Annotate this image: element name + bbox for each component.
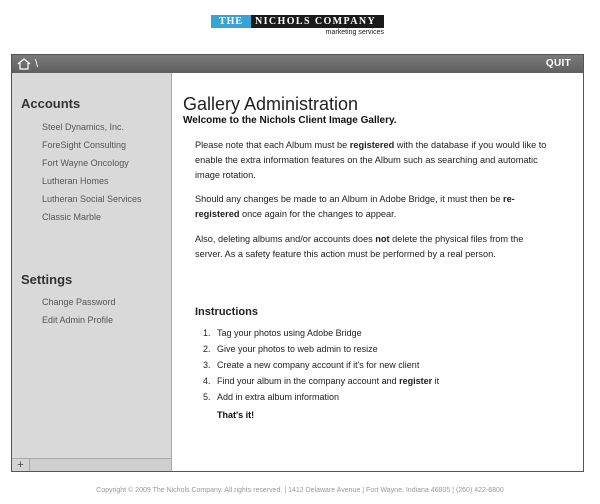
sidebar-item-change-password[interactable]: Change Password [42, 297, 116, 307]
sidebar-item-account[interactable]: Steel Dynamics, Inc. [42, 122, 124, 132]
sidebar-item-account[interactable]: Fort Wayne Oncology [42, 158, 129, 168]
paragraph-deleting: Also, deleting albums and/or accounts do… [195, 234, 524, 259]
breadcrumb-separator: \ [35, 58, 39, 70]
list-item: 4. Find your album in the company account… [203, 376, 440, 386]
list-item: 3. Create a new company account if it's f… [203, 360, 420, 370]
home-icon[interactable] [17, 58, 31, 70]
page-footer: Copyright © 2009 The Nichols Company. Al… [96, 487, 504, 494]
list-item: 2. Give your photos to web admin to resiz… [203, 344, 378, 354]
list-item: 1. Tag your photos using Adobe Bridge [203, 328, 362, 338]
settings-heading: Settings [21, 272, 73, 287]
sidebar-item-account[interactable]: Classic Marble [42, 212, 101, 222]
sidebar-item-account[interactable]: Lutheran Homes [42, 176, 109, 186]
instructions-list: 1. Tag your photos using Adobe Bridge 2. G… [203, 325, 543, 405]
page-title: Gallery Administration [183, 94, 359, 114]
title-bar: \ QUIT [12, 55, 583, 73]
sidebar: Accounts Steel Dynamics, Inc. ForeSight … [12, 73, 172, 471]
quit-button[interactable]: QUIT [546, 58, 571, 70]
page-subtitle: Welcome to the Nichols Client Image Gall… [183, 115, 397, 126]
sidebar-footer: + [12, 458, 171, 471]
logo-the: THE [211, 15, 251, 28]
paragraph-re-registered: Should any changes be made to an Album i… [195, 194, 515, 219]
closing-text: That's it! [217, 410, 255, 420]
main-content: Gallery Administration Welcome to the Ni… [173, 73, 583, 471]
add-button[interactable]: + [12, 459, 30, 471]
accounts-heading: Accounts [21, 96, 81, 111]
paragraph-registered: Please note that each Album must be regi… [195, 140, 547, 180]
sidebar-item-edit-admin-profile[interactable]: Edit Admin Profile [42, 315, 113, 325]
company-logo: THE NICHOLS COMPANY marketing services [211, 15, 384, 37]
list-item: 5. Add in extra album information [203, 392, 340, 402]
sidebar-item-account[interactable]: ForeSight Consulting [42, 140, 126, 150]
logo-tagline: marketing services [325, 29, 384, 36]
app-window: \ QUIT Accounts Steel Dynamics, Inc. For… [11, 54, 584, 472]
instructions-heading: Instructions [195, 306, 258, 318]
logo-name: NICHOLS COMPANY [255, 16, 377, 27]
sidebar-item-account[interactable]: Lutheran Social Services [42, 194, 142, 204]
